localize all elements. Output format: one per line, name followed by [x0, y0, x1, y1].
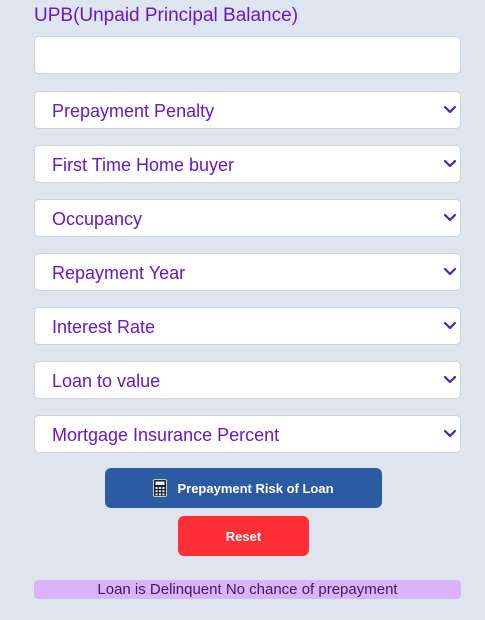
chevron-down-icon [443, 267, 457, 276]
chevron-down-icon [443, 213, 457, 222]
first-time-home-buyer-select[interactable]: First Time Home buyer [34, 145, 461, 183]
first-time-home-buyer-select-label: First Time Home buyer [52, 155, 235, 175]
loan-to-value-select-label: Loan to value [52, 371, 161, 391]
prepayment-risk-button-label: Prepayment Risk of Loan [177, 480, 334, 496]
prepayment-penalty-select[interactable]: Prepayment Penalty [34, 91, 461, 129]
occupancy-select-label: Occupancy [52, 209, 143, 229]
occupancy-select[interactable]: Occupancy [34, 199, 461, 237]
reset-button-label: Reset [225, 528, 262, 544]
repayment-year-select[interactable]: Repayment Year [34, 253, 461, 291]
upb-label: UPB(Unpaid Principal Balance) [34, 5, 299, 26]
interest-rate-select-label: Interest Rate [52, 317, 156, 337]
repayment-year-select-label: Repayment Year [52, 263, 186, 283]
chevron-down-icon [443, 159, 457, 168]
result-message: Loan is Delinquent No chance of prepayme… [34, 580, 461, 599]
interest-rate-select[interactable]: Interest Rate [34, 307, 461, 345]
chevron-down-icon [443, 429, 457, 438]
mortgage-insurance-percent-select-label: Mortgage Insurance Percent [52, 425, 280, 445]
reset-button[interactable]: Reset [178, 516, 309, 556]
mortgage-insurance-percent-select[interactable]: Mortgage Insurance Percent [34, 415, 461, 453]
chevron-down-icon [443, 321, 457, 330]
prepayment-risk-button[interactable]: Prepayment Risk of Loan [105, 468, 382, 508]
loan-to-value-select[interactable]: Loan to value [34, 361, 461, 399]
prepayment-penalty-select-label: Prepayment Penalty [52, 101, 215, 121]
chevron-down-icon [443, 375, 457, 384]
upb-input[interactable] [34, 36, 461, 74]
calculator-icon [153, 479, 168, 497]
chevron-down-icon [443, 105, 457, 114]
